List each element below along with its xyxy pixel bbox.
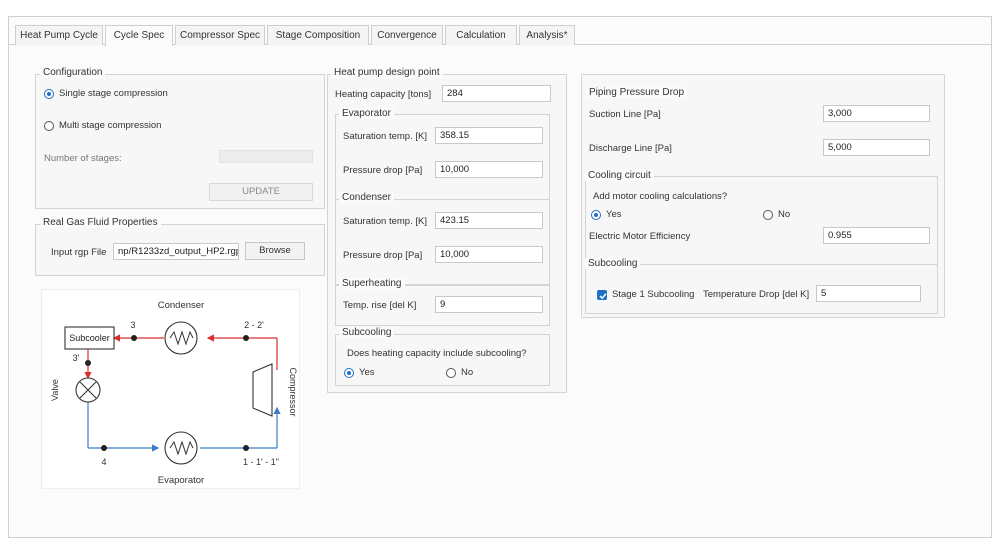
- stage1-subcooling-label: Stage 1 Subcooling: [612, 289, 695, 300]
- tab-compressor-spec[interactable]: Compressor Spec: [175, 25, 265, 45]
- single-stage-label: Single stage compression: [59, 88, 168, 99]
- discharge-line-label: Discharge Line [Pa]: [589, 143, 672, 154]
- motor-cooling-no-radio[interactable]: [763, 210, 773, 220]
- configuration-title: Configuration: [40, 67, 106, 78]
- tab-bar: Heat Pump Cycle Cycle Spec Compressor Sp…: [9, 23, 991, 46]
- temp-drop-label: Temperature Drop [del K]: [703, 289, 810, 300]
- number-of-stages-field[interactable]: [219, 150, 313, 163]
- cycle-diagram-svg: Condenser Evaporator Subcooler Valve Com…: [50, 300, 298, 486]
- evap-sat-temp-label: Saturation temp. [K]: [343, 131, 427, 142]
- evaporator-title: Evaporator: [339, 108, 394, 119]
- heating-capacity-input[interactable]: 284: [442, 85, 551, 102]
- evaporator-icon: [164, 431, 198, 465]
- point-2-label: 2 - 2': [244, 320, 264, 330]
- cycle-spec-window: Heat Pump Cycle Cycle Spec Compressor Sp…: [8, 16, 992, 538]
- motor-efficiency-input[interactable]: 0.955: [823, 227, 930, 244]
- stage1-subcooling-checkbox[interactable]: [597, 290, 607, 300]
- cond-pressure-drop-input[interactable]: 10,000: [435, 246, 543, 263]
- evap-sat-temp-input[interactable]: 358.15: [435, 127, 543, 144]
- motor-cooling-yes-radio[interactable]: [591, 210, 601, 220]
- cooling-circuit-group: [585, 176, 938, 265]
- condenser-icon: [164, 321, 198, 355]
- point-3-label: 3: [130, 320, 135, 330]
- evap-pressure-drop-label: Pressure drop [Pa]: [343, 165, 423, 176]
- rgp-input-label: Input rgp File: [51, 247, 107, 258]
- subcooling-group: [335, 334, 550, 386]
- motor-cooling-question: Add motor cooling calculations?: [593, 191, 728, 202]
- subcooling-no-radio[interactable]: [446, 368, 456, 378]
- tab-heat-pump-cycle[interactable]: Heat Pump Cycle: [15, 25, 103, 45]
- heat-pump-cycle-diagram: Condenser Evaporator Subcooler Valve Com…: [41, 289, 300, 489]
- node-1: [243, 445, 249, 451]
- motor-cooling-yes-label: Yes: [606, 209, 622, 220]
- superheating-title: Superheating: [339, 278, 405, 289]
- subcooling-question: Does heating capacity include subcooling…: [347, 348, 527, 359]
- subcooling-stage-title: Subcooling: [585, 258, 641, 269]
- subcooling-no-label: No: [461, 367, 474, 378]
- compressor-icon: [252, 363, 273, 417]
- single-stage-radio[interactable]: [44, 89, 54, 99]
- condenser-label: Condenser: [158, 300, 204, 311]
- tab-analysis[interactable]: Analysis*: [519, 25, 575, 45]
- point-3p-label: 3': [73, 353, 80, 363]
- subcooling-title: Subcooling: [339, 327, 395, 338]
- condenser-title: Condenser: [339, 192, 394, 203]
- temp-rise-input[interactable]: 9: [435, 296, 543, 313]
- multi-stage-label: Multi stage compression: [59, 120, 162, 131]
- node-3: [131, 335, 137, 341]
- point-1-label: 1 - 1' - 1": [243, 457, 279, 467]
- subcooling-yes-label: Yes: [359, 367, 375, 378]
- rgp-title: Real Gas Fluid Properties: [40, 217, 161, 228]
- cond-sat-temp-input[interactable]: 423.15: [435, 212, 543, 229]
- tab-stage-composition[interactable]: Stage Composition: [267, 25, 369, 45]
- number-of-stages-label: Number of stages:: [44, 153, 122, 164]
- node-2: [243, 335, 249, 341]
- design-point-title: Heat pump design point: [331, 67, 443, 78]
- point-4-label: 4: [101, 457, 106, 467]
- cond-pressure-drop-label: Pressure drop [Pa]: [343, 250, 423, 261]
- temp-rise-label: Temp. rise [del K]: [343, 300, 417, 311]
- tab-calculation[interactable]: Calculation: [445, 25, 517, 45]
- motor-cooling-no-label: No: [778, 209, 791, 220]
- suction-line-label: Suction Line [Pa]: [589, 109, 661, 120]
- subcooling-yes-radio[interactable]: [344, 368, 354, 378]
- compressor-label: Compressor: [288, 367, 298, 416]
- piping-title: Piping Pressure Drop: [586, 87, 688, 98]
- node-4: [101, 445, 107, 451]
- heating-capacity-label: Heating capacity [tons]: [335, 89, 432, 100]
- cond-sat-temp-label: Saturation temp. [K]: [343, 216, 427, 227]
- multi-stage-radio[interactable]: [44, 121, 54, 131]
- temp-drop-input[interactable]: 5: [816, 285, 921, 302]
- evaporator-label: Evaporator: [158, 475, 204, 486]
- evap-pressure-drop-input[interactable]: 10,000: [435, 161, 543, 178]
- rgp-file-input[interactable]: np/R1233zd_output_HP2.rgp: [113, 243, 239, 260]
- cooling-circuit-title: Cooling circuit: [585, 170, 654, 181]
- node-3p: [85, 360, 91, 366]
- tab-convergence[interactable]: Convergence: [371, 25, 443, 45]
- tab-cycle-spec[interactable]: Cycle Spec: [105, 25, 173, 46]
- motor-efficiency-label: Electric Motor Efficiency: [589, 231, 691, 242]
- suction-line-input[interactable]: 3,000: [823, 105, 930, 122]
- subcooler-label: Subcooler: [69, 333, 110, 343]
- discharge-line-input[interactable]: 5,000: [823, 139, 930, 156]
- tab-content: Configuration Single stage compression M…: [9, 46, 991, 537]
- valve-label: Valve: [50, 379, 60, 401]
- update-button[interactable]: UPDATE: [209, 183, 313, 201]
- browse-button[interactable]: Browse: [245, 242, 305, 260]
